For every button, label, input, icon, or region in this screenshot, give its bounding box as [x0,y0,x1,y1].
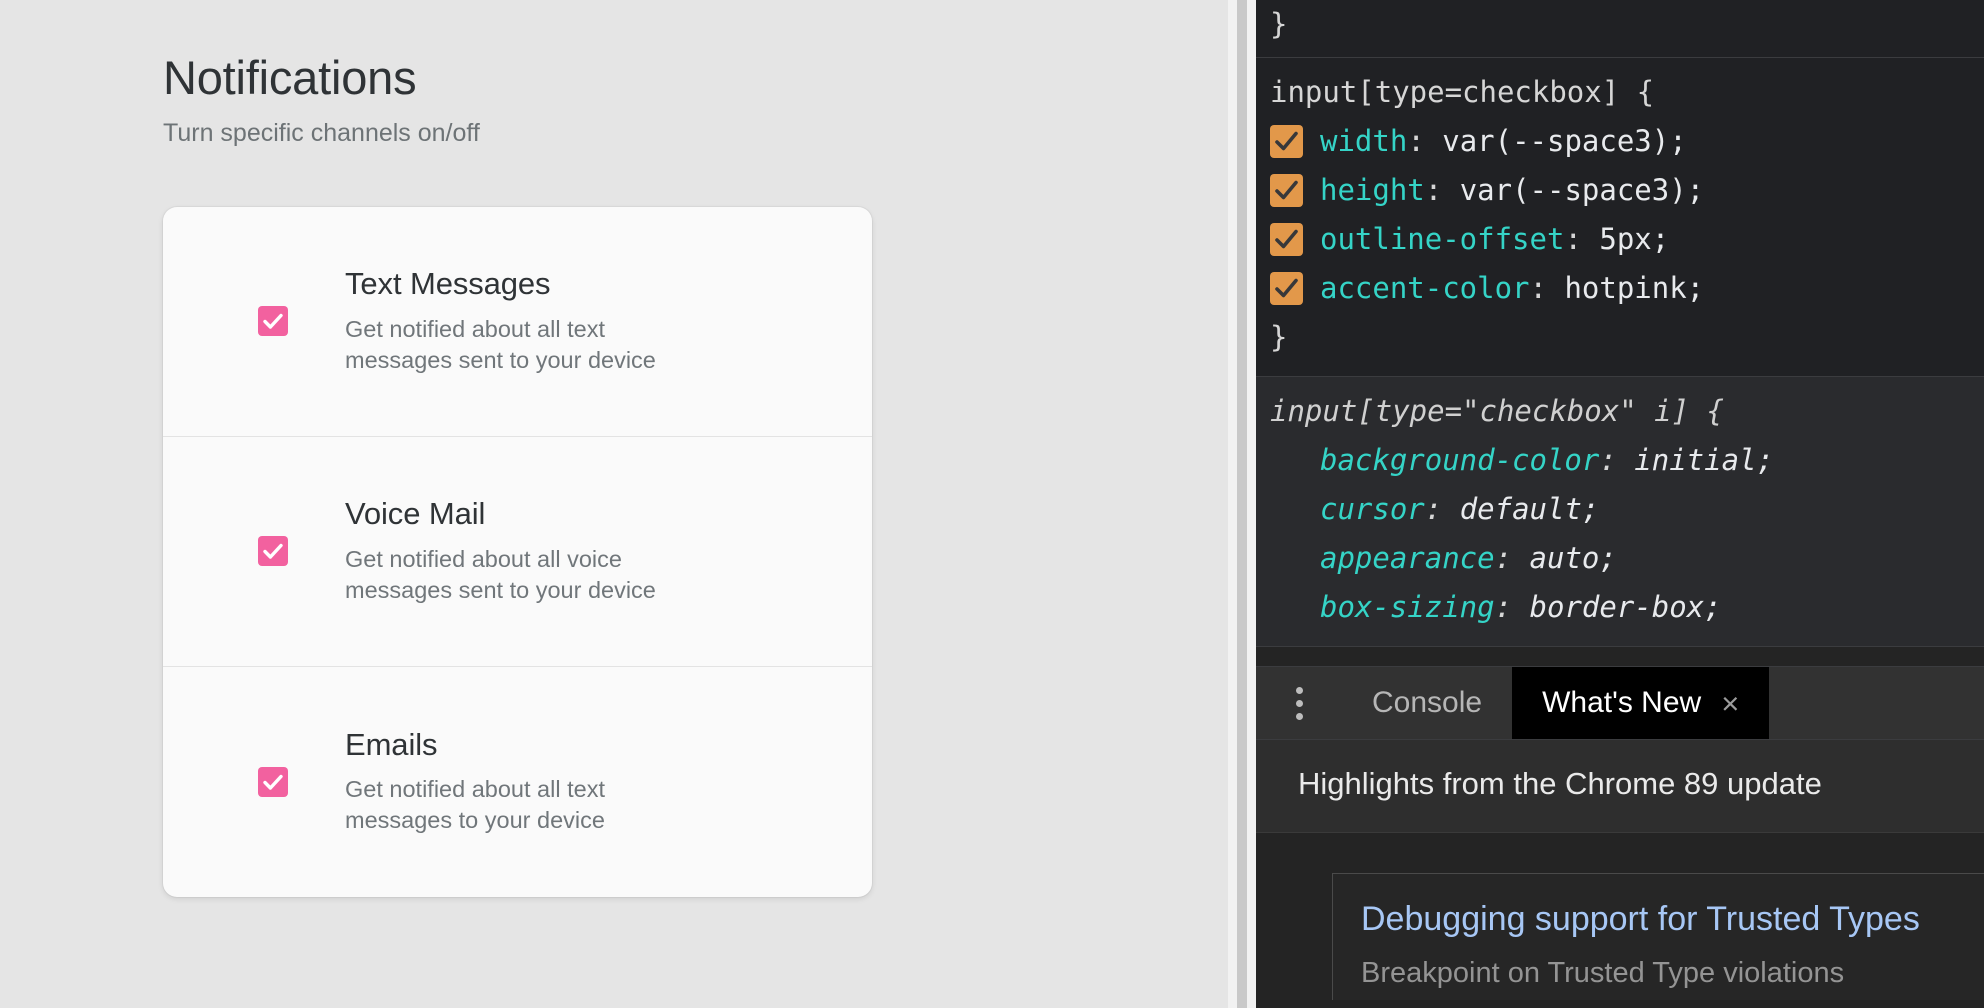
devtools-splitter-handle[interactable] [1228,0,1256,1008]
whats-new-item-subtitle: Breakpoint on Trusted Type violations [1361,957,1984,990]
checkbox-cell [207,767,339,797]
whats-new-panel: Highlights from the Chrome 89 update Deb… [1256,740,1984,1008]
tab-console[interactable]: Console [1342,667,1512,739]
declaration-value: default; [1460,485,1600,534]
voice-mail-checkbox[interactable] [258,536,288,566]
rule-selector-line[interactable]: input[type=checkbox] { [1256,68,1984,117]
kebab-dot [1296,687,1303,694]
whats-new-item[interactable]: Debugging support for Trusted Types Brea… [1332,873,1984,1000]
declaration-value: auto; [1530,534,1617,583]
kebab-dot [1296,700,1303,707]
declaration-row[interactable]: cursor: default; [1256,485,1984,534]
declaration-value: border-box; [1530,583,1722,632]
row-description: Get notified about all text messages sen… [345,314,697,376]
declaration-property[interactable]: width [1320,117,1407,166]
declaration-value[interactable]: 5px; [1599,215,1669,264]
tab-whats-new-label: What's New [1542,686,1701,720]
notifications-card: Text Messages Get notified about all tex… [163,207,872,897]
whats-new-item-title[interactable]: Debugging support for Trusted Types [1361,898,1984,941]
kebab-menu-icon[interactable] [1256,667,1342,739]
row-text: Text Messages Get notified about all tex… [339,266,844,376]
page-subtitle: Turn specific channels on/off [163,119,923,148]
styles-rule-useragent: input[type="checkbox" i] { background-co… [1256,377,1984,647]
notifications-section: Notifications Turn specific channels on/… [163,52,923,897]
rule-closing-brace: } [1256,0,1984,49]
emails-checkbox[interactable] [258,767,288,797]
row-description: Get notified about all text messages to … [345,774,697,836]
notification-row[interactable]: Voice Mail Get notified about all voice … [163,437,872,667]
page-viewport: Notifications Turn specific channels on/… [0,0,1228,1008]
declaration-enabled-checkbox[interactable] [1270,272,1303,305]
text-messages-checkbox[interactable] [258,306,288,336]
declaration-property: background-color [1320,436,1599,485]
declaration-enabled-checkbox[interactable] [1270,125,1303,158]
notification-row[interactable]: Text Messages Get notified about all tex… [163,207,872,437]
page-title: Notifications [163,52,923,105]
styles-rule-tail: } [1256,0,1984,58]
declaration-enabled-checkbox[interactable] [1270,223,1303,256]
declaration-value[interactable]: hotpink; [1564,264,1704,313]
declaration-row[interactable]: width: var(--space3); [1256,117,1984,166]
notification-row[interactable]: Emails Get notified about all text messa… [163,667,872,897]
row-text: Emails Get notified about all text messa… [339,727,844,837]
declaration-property: appearance [1320,534,1495,583]
tab-whats-new[interactable]: What's New × [1512,667,1769,739]
declaration-property: cursor [1320,485,1425,534]
declaration-value: initial; [1634,436,1774,485]
row-description: Get notified about all voice messages se… [345,544,697,606]
declaration-row[interactable]: box-sizing: border-box; [1256,583,1984,632]
devtools-panel: } input[type=checkbox] { width: var [1256,0,1984,1008]
checkbox-cell [207,306,339,336]
row-title: Emails [345,727,844,764]
screen-root: Notifications Turn specific channels on/… [0,0,1984,1008]
styles-rule-author: input[type=checkbox] { width: var(--spac… [1256,58,1984,377]
whats-new-headline: Highlights from the Chrome 89 update [1256,740,1984,833]
whats-new-list: Debugging support for Trusted Types Brea… [1256,833,1984,1008]
drawer-tab-strip: Console What's New × [1256,666,1984,740]
rule-selector: input[type=checkbox] { [1270,68,1654,117]
declaration-enabled-checkbox[interactable] [1270,174,1303,207]
styles-pane: } input[type=checkbox] { width: var [1256,0,1984,666]
row-text: Voice Mail Get notified about all voice … [339,496,844,606]
checkbox-cell [207,536,339,566]
declaration-value[interactable]: var(--space3); [1442,117,1686,166]
kebab-dot [1296,713,1303,720]
row-title: Voice Mail [345,496,844,533]
declaration-property: box-sizing [1320,583,1495,632]
declaration-row[interactable]: background-color: initial; [1256,436,1984,485]
row-title: Text Messages [345,266,844,303]
close-icon[interactable]: × [1721,688,1739,719]
declaration-toggle-cell [1270,125,1320,158]
tab-console-label: Console [1372,686,1482,720]
declaration-row[interactable]: appearance: auto; [1256,534,1984,583]
